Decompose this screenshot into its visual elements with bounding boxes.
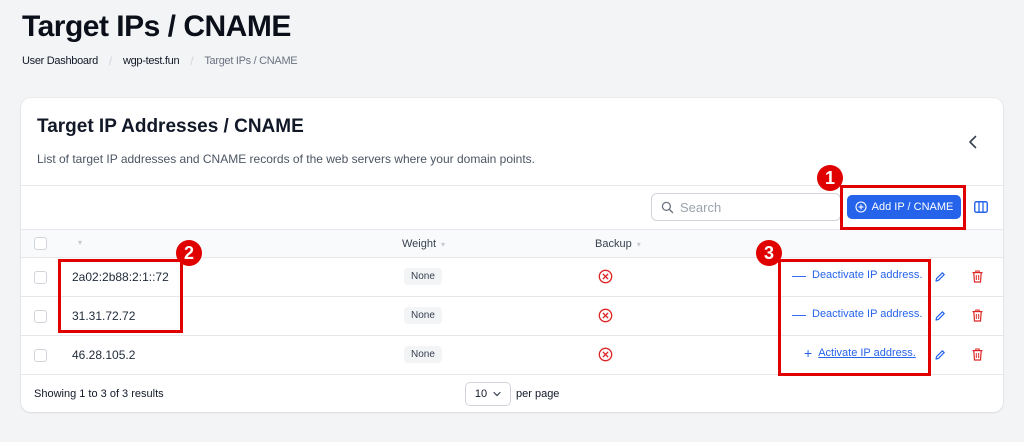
row-checkbox[interactable]: [34, 310, 47, 323]
pencil-icon[interactable]: [934, 310, 946, 322]
weight-badge: None: [404, 268, 442, 285]
column-weight-label: Weight: [402, 238, 437, 250]
annotation-badge-2: 2: [176, 240, 202, 266]
sort-icon: ▾: [78, 238, 83, 247]
columns-icon[interactable]: [974, 201, 988, 213]
annotation-box-add: [840, 185, 966, 230]
sort-icon: ▾: [441, 239, 446, 249]
card-title: Target IP Addresses / CNAME: [37, 116, 304, 137]
weight-badge: None: [404, 346, 442, 363]
pencil-icon[interactable]: [934, 271, 946, 283]
select-all-checkbox[interactable]: [34, 237, 47, 250]
per-page-value: 10: [474, 388, 488, 400]
annotation-badge-1: 1: [817, 165, 843, 191]
results-summary: Showing 1 to 3 of 3 results: [34, 388, 164, 400]
trash-icon[interactable]: [972, 270, 983, 283]
search-box[interactable]: [651, 193, 841, 221]
x-circle-icon: [598, 347, 613, 362]
column-backup-label: Backup: [595, 238, 632, 250]
card-description: List of target IP addresses and CNAME re…: [37, 152, 536, 166]
search-input[interactable]: [680, 199, 830, 215]
sort-icon: ▾: [636, 239, 641, 249]
weight-badge: None: [404, 307, 442, 324]
column-weight-header[interactable]: Weight ▾: [402, 238, 445, 250]
per-page-label: per page: [516, 388, 560, 400]
trash-icon[interactable]: [972, 309, 983, 322]
page-title: Target IPs / CNAME: [22, 10, 291, 43]
breadcrumb: User Dashboard / wgp-test.fun / Target I…: [22, 54, 298, 68]
pencil-icon[interactable]: [934, 349, 946, 361]
row-checkbox[interactable]: [34, 349, 47, 362]
annotation-box-ips: [58, 259, 183, 333]
trash-icon[interactable]: [972, 348, 983, 361]
chevron-left-icon[interactable]: [965, 134, 981, 150]
breadcrumb-current: Target IPs / CNAME: [204, 55, 298, 67]
breadcrumb-separator: /: [108, 54, 112, 68]
table-header: ▾ Weight ▾ Backup ▾: [21, 229, 1003, 258]
annotation-box-actions: [778, 259, 931, 376]
ip-address: 46.28.105.2: [72, 348, 136, 362]
breadcrumb-domain[interactable]: wgp-test.fun: [123, 55, 180, 67]
annotation-badge-3: 3: [756, 240, 782, 266]
chevron-down-icon: [493, 391, 501, 397]
row-checkbox[interactable]: [34, 271, 47, 284]
column-ip-header[interactable]: ▾: [73, 238, 82, 247]
x-circle-icon: [598, 269, 613, 284]
x-circle-icon: [598, 308, 613, 323]
per-page-select[interactable]: 10: [465, 382, 511, 406]
breadcrumb-separator: /: [190, 54, 194, 68]
search-icon: [661, 201, 674, 213]
column-backup-header[interactable]: Backup ▾: [595, 238, 641, 250]
breadcrumb-user-dashboard[interactable]: User Dashboard: [22, 55, 98, 67]
